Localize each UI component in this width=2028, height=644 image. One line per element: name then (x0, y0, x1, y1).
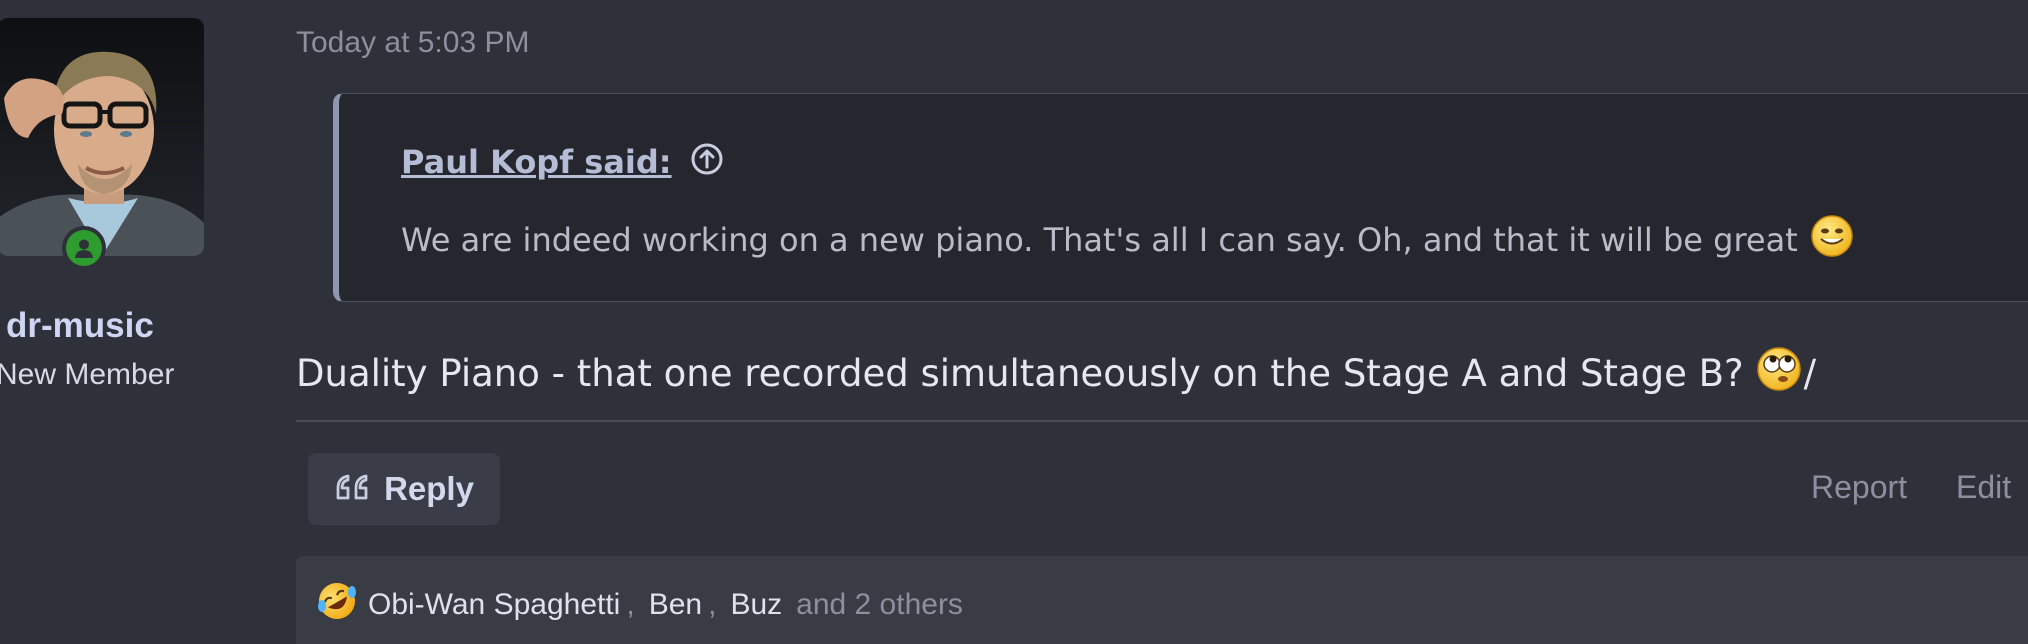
user-title: New Member (0, 358, 175, 391)
smile-emoji-icon (1810, 214, 1854, 266)
rolling-eyes-emoji-icon (1756, 346, 1802, 401)
post-message-suffix: / (1803, 352, 1817, 395)
user-status-icon (66, 230, 102, 266)
report-link[interactable]: Report (1811, 469, 1907, 506)
reaction-user-link[interactable]: Ben (649, 588, 702, 622)
post-divider (296, 420, 2028, 422)
reaction-separator: , (708, 588, 717, 621)
quote-block: Paul Kopf said: We are indeed working on… (333, 93, 2028, 302)
forum-post: dr-music New Member Today at 5:03 PM Pau… (0, 0, 2028, 644)
username[interactable]: dr-music (6, 306, 154, 346)
online-status-indicator (62, 226, 106, 270)
avatar[interactable] (0, 18, 204, 256)
reaction-user-link[interactable]: Buz (730, 588, 782, 622)
reaction-separator: , (626, 588, 635, 621)
rofl-emoji-icon (316, 580, 358, 630)
post-date[interactable]: Today at 5:03 PM (296, 26, 529, 60)
quote-text: We are indeed working on a new piano. Th… (401, 214, 1854, 266)
reactions-list[interactable]: Obi-Wan Spaghetti , Ben , Buz and 2 othe… (316, 580, 963, 630)
quote-header: Paul Kopf said: (401, 142, 724, 181)
reactions-bar: Obi-Wan Spaghetti , Ben , Buz and 2 othe… (296, 556, 2028, 644)
reaction-others-link[interactable]: and 2 others (796, 588, 963, 622)
reply-button[interactable]: Reply (308, 453, 500, 525)
quote-author-link[interactable]: Paul Kopf said: (401, 143, 672, 181)
quote-text-content: We are indeed working on a new piano. Th… (401, 221, 1798, 259)
avatar-photo (0, 18, 204, 256)
quote-icon (334, 472, 370, 507)
edit-link[interactable]: Edit (1956, 469, 2011, 506)
reaction-user-link[interactable]: Obi-Wan Spaghetti (368, 588, 620, 622)
reply-button-label: Reply (384, 470, 474, 507)
post-message: Duality Piano - that one recorded simult… (296, 346, 1816, 401)
post-message-text: Duality Piano - that one recorded simult… (296, 352, 1744, 395)
jump-to-quote-icon[interactable] (690, 142, 724, 181)
